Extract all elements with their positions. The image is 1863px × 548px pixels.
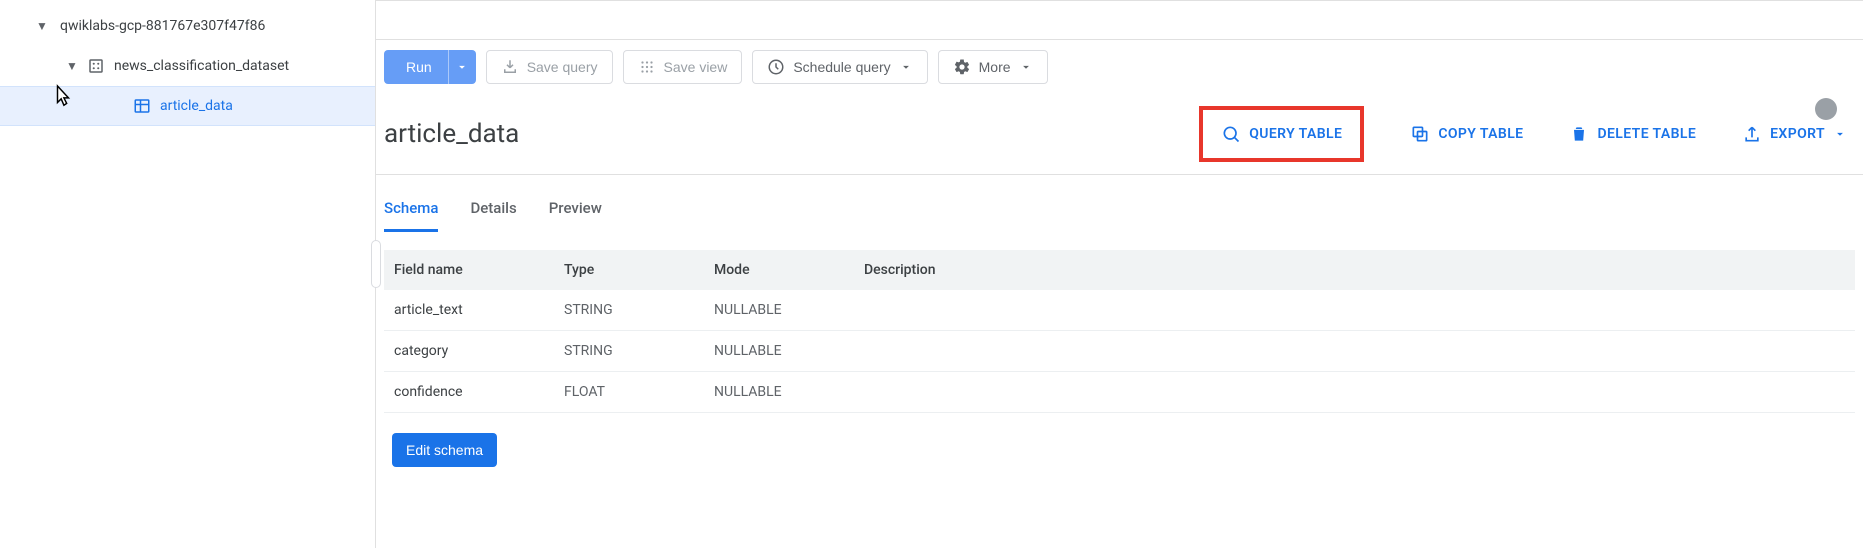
more-options-button[interactable]: More <box>938 50 1048 84</box>
more-label: More <box>979 59 1011 75</box>
status-indicator <box>1815 98 1837 120</box>
run-dropdown[interactable] <box>448 50 476 84</box>
schema-row: article_text STRING NULLABLE <box>384 290 1855 331</box>
cell-desc <box>854 331 1855 372</box>
sidebar-resize-handle[interactable] <box>371 240 381 288</box>
cell-type: FLOAT <box>554 372 704 413</box>
schema-table: Field name Type Mode Description article… <box>384 250 1855 413</box>
expand-icon[interactable]: ▼ <box>60 59 84 73</box>
tab-schema[interactable]: Schema <box>384 199 438 232</box>
schema-header-row: Field name Type Mode Description <box>384 250 1855 290</box>
save-view-label: Save view <box>664 59 728 75</box>
tree-item-table-selected[interactable]: article_data <box>0 86 375 126</box>
table-tabs: Schema Details Preview <box>376 175 1863 232</box>
save-query-button[interactable]: Save query <box>486 50 613 84</box>
run-button-label: Run <box>406 59 432 75</box>
copy-table-label: COPY TABLE <box>1438 126 1523 142</box>
cell-desc <box>854 290 1855 331</box>
cell-mode: NULLABLE <box>704 290 854 331</box>
delete-table-label: DELETE TABLE <box>1597 126 1696 142</box>
export-button[interactable]: EXPORT <box>1742 124 1847 144</box>
copy-table-button[interactable]: COPY TABLE <box>1410 124 1523 144</box>
schema-row: category STRING NULLABLE <box>384 331 1855 372</box>
tree-item-label: article_data <box>154 98 233 114</box>
tab-details[interactable]: Details <box>470 199 516 232</box>
col-type: Type <box>554 250 704 290</box>
run-button[interactable]: Run <box>384 50 448 84</box>
run-button-group: Run <box>384 50 476 84</box>
table-header: article_data QUERY TABLE COPY TABLE DELE… <box>376 94 1863 175</box>
edit-schema-button[interactable]: Edit schema <box>392 433 497 467</box>
cell-desc <box>854 372 1855 413</box>
tree-item-dataset[interactable]: ▼ news_classification_dataset <box>0 46 375 86</box>
col-field: Field name <box>384 250 554 290</box>
cell-field: confidence <box>384 372 554 413</box>
save-query-label: Save query <box>527 59 598 75</box>
cell-type: STRING <box>554 290 704 331</box>
tree-item-project[interactable]: ▼ qwiklabs-gcp-881767e307f47f86 <box>0 6 375 46</box>
export-label: EXPORT <box>1770 126 1825 142</box>
chevron-down-icon <box>1833 127 1847 141</box>
schema-panel: Field name Type Mode Description article… <box>376 232 1863 475</box>
expand-icon[interactable]: ▼ <box>30 19 54 33</box>
table-actions: QUERY TABLE COPY TABLE DELETE TABLE EXPO… <box>1199 106 1863 162</box>
tree-item-label: qwiklabs-gcp-881767e307f47f86 <box>54 18 265 34</box>
delete-table-button[interactable]: DELETE TABLE <box>1569 124 1696 144</box>
cell-field: article_text <box>384 290 554 331</box>
cell-mode: NULLABLE <box>704 372 854 413</box>
cell-type: STRING <box>554 331 704 372</box>
query-table-button[interactable]: QUERY TABLE <box>1199 106 1364 162</box>
schedule-query-button[interactable]: Schedule query <box>752 50 927 84</box>
table-title: article_data <box>376 119 1199 149</box>
schedule-query-label: Schedule query <box>793 59 890 75</box>
cell-mode: NULLABLE <box>704 331 854 372</box>
dataset-icon <box>84 57 108 75</box>
query-toolbar: Run Save query Save view Schedule query … <box>376 39 1863 94</box>
main-content: Run Save query Save view Schedule query … <box>376 0 1863 548</box>
schema-row: confidence FLOAT NULLABLE <box>384 372 1855 413</box>
chevron-down-icon <box>899 60 913 74</box>
table-icon <box>130 97 154 115</box>
resource-tree-sidebar: ▼ qwiklabs-gcp-881767e307f47f86 ▼ news_c… <box>0 0 376 548</box>
chevron-down-icon <box>1019 60 1033 74</box>
save-view-button[interactable]: Save view <box>623 50 743 84</box>
tree-item-label: news_classification_dataset <box>108 58 289 74</box>
tab-preview[interactable]: Preview <box>549 199 602 232</box>
col-desc: Description <box>854 250 1855 290</box>
query-table-label: QUERY TABLE <box>1249 126 1342 142</box>
col-mode: Mode <box>704 250 854 290</box>
cell-field: category <box>384 331 554 372</box>
